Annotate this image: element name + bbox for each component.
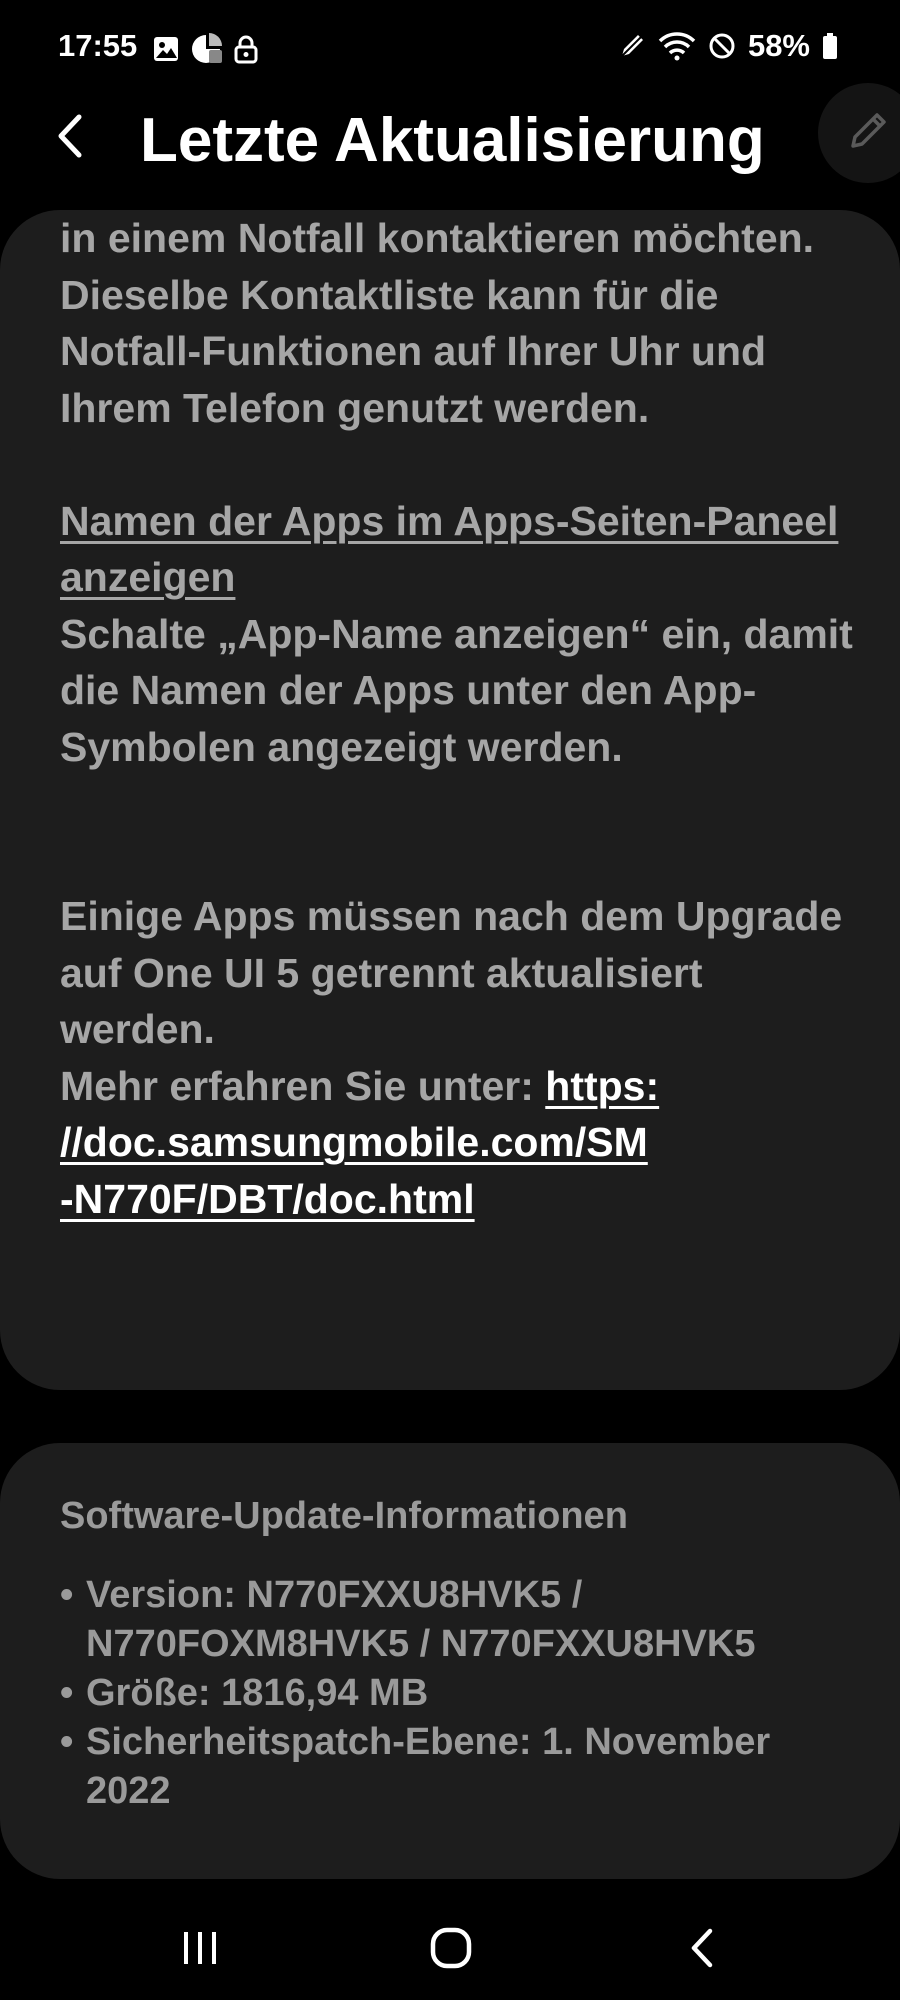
back-arrow-icon [53, 113, 87, 164]
status-bar: 17:55 58% [0, 0, 900, 96]
status-time: 17:55 [58, 28, 138, 63]
recents-icon [180, 1929, 220, 1972]
info-version: Version: N770FXXU8HVK5 / N770FOXM8HVK5 /… [60, 1571, 860, 1669]
nav-recents-button[interactable] [160, 1920, 240, 1980]
notes-paragraph-emergency: in einem Notfall kontaktieren möchten. D… [60, 215, 815, 431]
feature-description: Schalte „App-Name anzeigen“ ein, damit d… [60, 610, 853, 770]
info-size: Größe: 1816,94 MB [60, 1669, 860, 1718]
back-button[interactable] [40, 108, 100, 168]
more-info-link-part-1: https: [545, 1062, 660, 1109]
upgrade-note: Einige Apps müssen nach dem Upgrade auf … [60, 893, 843, 1052]
software-info-list: Version: N770FXXU8HVK5 / N770FOXM8HVK5 /… [60, 1571, 860, 1816]
pencil-icon [845, 108, 891, 159]
more-info-line: Mehr erfahren Sie unter: https: //doc.sam… [60, 1058, 860, 1228]
battery-icon [822, 32, 838, 60]
software-info-card: Software-Update-Informationen Version: N… [0, 1443, 900, 1879]
image-icon [152, 35, 180, 63]
edit-button[interactable] [818, 83, 900, 183]
pen-icon [618, 32, 646, 60]
release-notes-card[interactable]: in einem Notfall kontaktieren möchten. D… [0, 210, 900, 1390]
home-icon [430, 1927, 472, 1974]
nav-back-icon [688, 1927, 718, 1974]
more-info-prefix: Mehr erfahren Sie unter: [60, 1062, 546, 1109]
more-info-link-part-2: //doc.samsungmobile.com/SM [60, 1119, 648, 1165]
navigation-bar [0, 1900, 900, 2000]
nav-back-button[interactable] [663, 1920, 743, 1980]
feature-title: Namen der Apps im Apps-Seiten-Paneel anz… [60, 497, 839, 601]
do-not-disturb-icon [708, 32, 736, 60]
more-info-link-part-3: -N770F/DBT/doc.html [60, 1175, 475, 1222]
status-left-icons [152, 33, 258, 65]
info-security-patch: Sicherheitspatch-Ebene: 1. November 2022 [60, 1718, 860, 1816]
status-right-icons: 58% [618, 28, 838, 64]
lock-icon [234, 34, 258, 64]
page-title: Letzte Aktualisierung [140, 106, 765, 175]
pie-chart-icon [190, 33, 224, 65]
wifi-icon [658, 31, 696, 61]
software-info-title: Software-Update-Informationen [60, 1495, 628, 1537]
battery-percent: 58% [747, 28, 810, 63]
nav-home-button[interactable] [411, 1920, 491, 1980]
release-notes-text: in einem Notfall kontaktieren möchten. D… [60, 210, 860, 1227]
